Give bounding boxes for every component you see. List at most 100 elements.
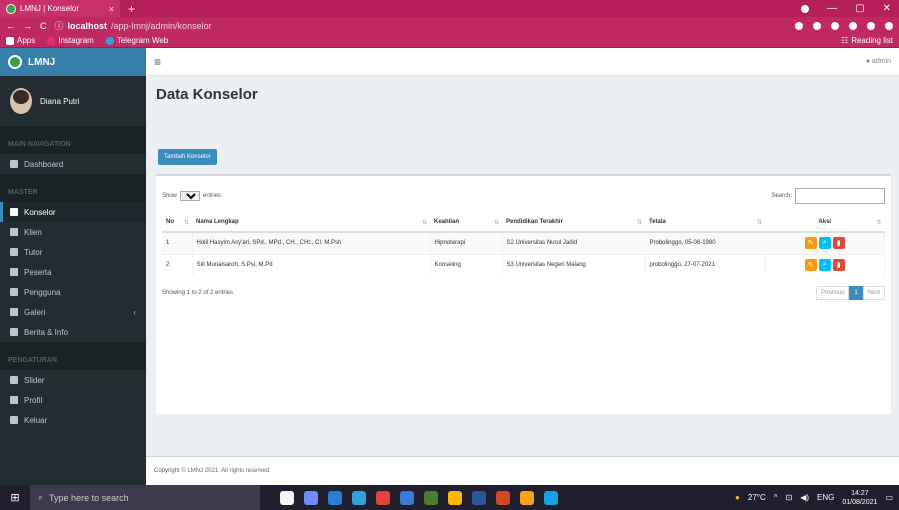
extension-icon[interactable] [849,21,857,30]
building-icon [10,396,18,404]
url-field[interactable]: ⓘ localhost/app-lmnj/admin/konselor [55,19,212,32]
network-icon[interactable]: ⊡ [786,493,793,502]
sidebar-item-slider[interactable]: Slider [0,370,146,390]
taskbar-app-icon[interactable] [472,490,486,505]
search-icon: ⌕ [822,239,827,247]
column-header-aksi[interactable]: Aksi ⇅ [765,212,885,233]
close-icon[interactable]: ✕ [883,3,891,14]
weather-temp[interactable]: 27°C [748,493,766,502]
edit-button[interactable]: ✎ [804,259,817,272]
entries-length: Show 10 entries [162,191,221,201]
hamburger-menu-icon[interactable]: ≡ [154,55,161,69]
reading-list[interactable]: ☷ Reading list [841,36,893,45]
sidebar-item-peserta[interactable]: Peserta [0,262,146,282]
sidebar-header-main-navigation: MAIN NAVIGATION [0,126,146,154]
bookmark-apps[interactable]: Apps [6,36,35,45]
volume-icon[interactable]: ◀) [800,493,809,502]
taskbar-app-icon[interactable] [280,490,294,505]
minimize-icon[interactable]: — [827,3,837,14]
taskbar-app-icon[interactable] [400,490,414,505]
search-input[interactable] [795,188,885,204]
entries-label: entries [203,193,222,199]
user-icon [10,228,18,236]
main-content: Data Konselor Tambah Konselor Show 10 en… [146,76,899,456]
entries-select[interactable]: 10 [180,191,201,201]
column-header-keahlian[interactable]: Keahlian ⇅ [430,212,502,233]
back-icon[interactable]: ← [6,21,15,31]
maximize-icon[interactable]: ▢ [855,3,864,14]
reload-icon[interactable]: C [40,21,47,31]
user-icon [10,288,18,296]
column-header-no[interactable]: No ⇅ [162,212,192,233]
sidebar-item-konselor[interactable]: Konselor [0,202,146,222]
column-header-nama[interactable]: Nama Lengkap ⇅ [192,212,430,233]
image-icon [10,376,18,384]
profile-icon[interactable] [801,4,810,13]
sidebar-item-label: Konselor [24,207,56,217]
tab-close-icon[interactable]: × [109,4,114,14]
taskbar-app-icon[interactable] [304,490,318,505]
top-navbar: ≡ ● admin [146,48,899,76]
extension-icon[interactable] [795,21,803,30]
table-header-row: No ⇅ Nama Lengkap ⇅ Keahlian ⇅ Pendidikan T… [162,212,885,233]
next-page-button[interactable]: Next [862,286,885,300]
user-menu[interactable]: ● admin [866,58,891,65]
page-1-button[interactable]: 1 [849,286,863,300]
bookmark-telegram[interactable]: Telegram Web [105,36,168,45]
column-header-tetala[interactable]: Tetala ⇅ [645,212,765,233]
new-tab-button[interactable]: + [128,2,135,16]
windows-start-icon[interactable]: ⊞ [0,485,30,510]
reading-list-label: Reading list [851,36,893,45]
taskbar-search-placeholder: Type here to search [49,492,129,503]
sidebar-item-galeri[interactable]: Galeri ‹ [0,302,146,322]
taskbar-app-icon[interactable] [328,490,342,505]
window-controls: — ▢ ✕ [801,3,899,14]
taskbar-app-icon[interactable] [448,490,462,505]
add-konselor-button[interactable]: Tambah Konselor [158,149,217,165]
address-bar: ← → C ⓘ localhost/app-lmnj/admin/konselo… [0,17,899,34]
taskbar-search[interactable]: ⌕ Type here to search [30,485,260,510]
browser-tab[interactable]: LMNJ | Konselor × [0,0,120,17]
taskbar-app-icon[interactable] [424,490,438,505]
sidebar-item-label: Peserta [24,267,52,277]
puzzle-icon[interactable] [867,21,875,30]
lang-indicator[interactable]: ENG [817,493,834,502]
taskbar-app-icon[interactable] [544,490,558,505]
taskbar-app-icon[interactable] [376,490,390,505]
zoom-icon[interactable] [813,21,821,30]
bookmarks-bar: Apps Instagram Telegram Web ☷ Reading li… [0,34,899,48]
user-menu-label: admin [871,58,891,65]
trash-icon: ▮ [836,262,841,270]
bookmark-instagram[interactable]: Instagram [47,36,94,45]
avatar-icon[interactable] [885,21,893,30]
sidebar-item-tutor[interactable]: Tutor [0,242,146,262]
delete-button[interactable]: ▮ [832,259,845,272]
brand[interactable]: LMNJ [0,48,146,76]
extensions [795,21,893,30]
column-header-pendidikan[interactable]: Pendidikan Terakhir ⇅ [502,212,645,233]
edit-button[interactable]: ✎ [804,237,817,250]
previous-page-button[interactable]: Previous [815,286,850,300]
sidebar-item-label: Dashboard [24,159,64,169]
sidebar-item-dashboard[interactable]: Dashboard [0,154,146,174]
sidebar-item-pengguna[interactable]: Pengguna [0,282,146,302]
view-button[interactable]: ⌕ [818,237,831,250]
notifications-icon[interactable]: ▭ [885,493,893,502]
star-icon[interactable] [831,21,839,30]
taskbar-app-icon[interactable] [352,490,366,505]
forward-icon[interactable]: → [23,21,32,31]
avatar [10,88,32,114]
view-button[interactable]: ⌕ [818,259,831,272]
sort-icon: ⇅ [493,219,499,226]
cell-pendidikan: S2 Universitas Nurul Jadid [502,231,646,254]
delete-button[interactable]: ▮ [832,237,845,250]
cell-nama: Siti Munaisaroh, S.Psi, M.Pd [192,253,431,276]
taskbar-app-icon[interactable] [520,490,534,505]
sidebar-item-klien[interactable]: Klien [0,222,146,242]
clock[interactable]: 14:27 01/08/2021 [842,489,877,507]
taskbar-app-icon[interactable] [496,490,510,505]
sidebar-item-berita[interactable]: Berita & Info [0,322,146,342]
chevron-up-icon[interactable]: ^ [774,493,778,502]
sidebar-item-profil[interactable]: Profil [0,390,146,410]
sidebar-item-keluar[interactable]: Keluar [0,410,146,430]
